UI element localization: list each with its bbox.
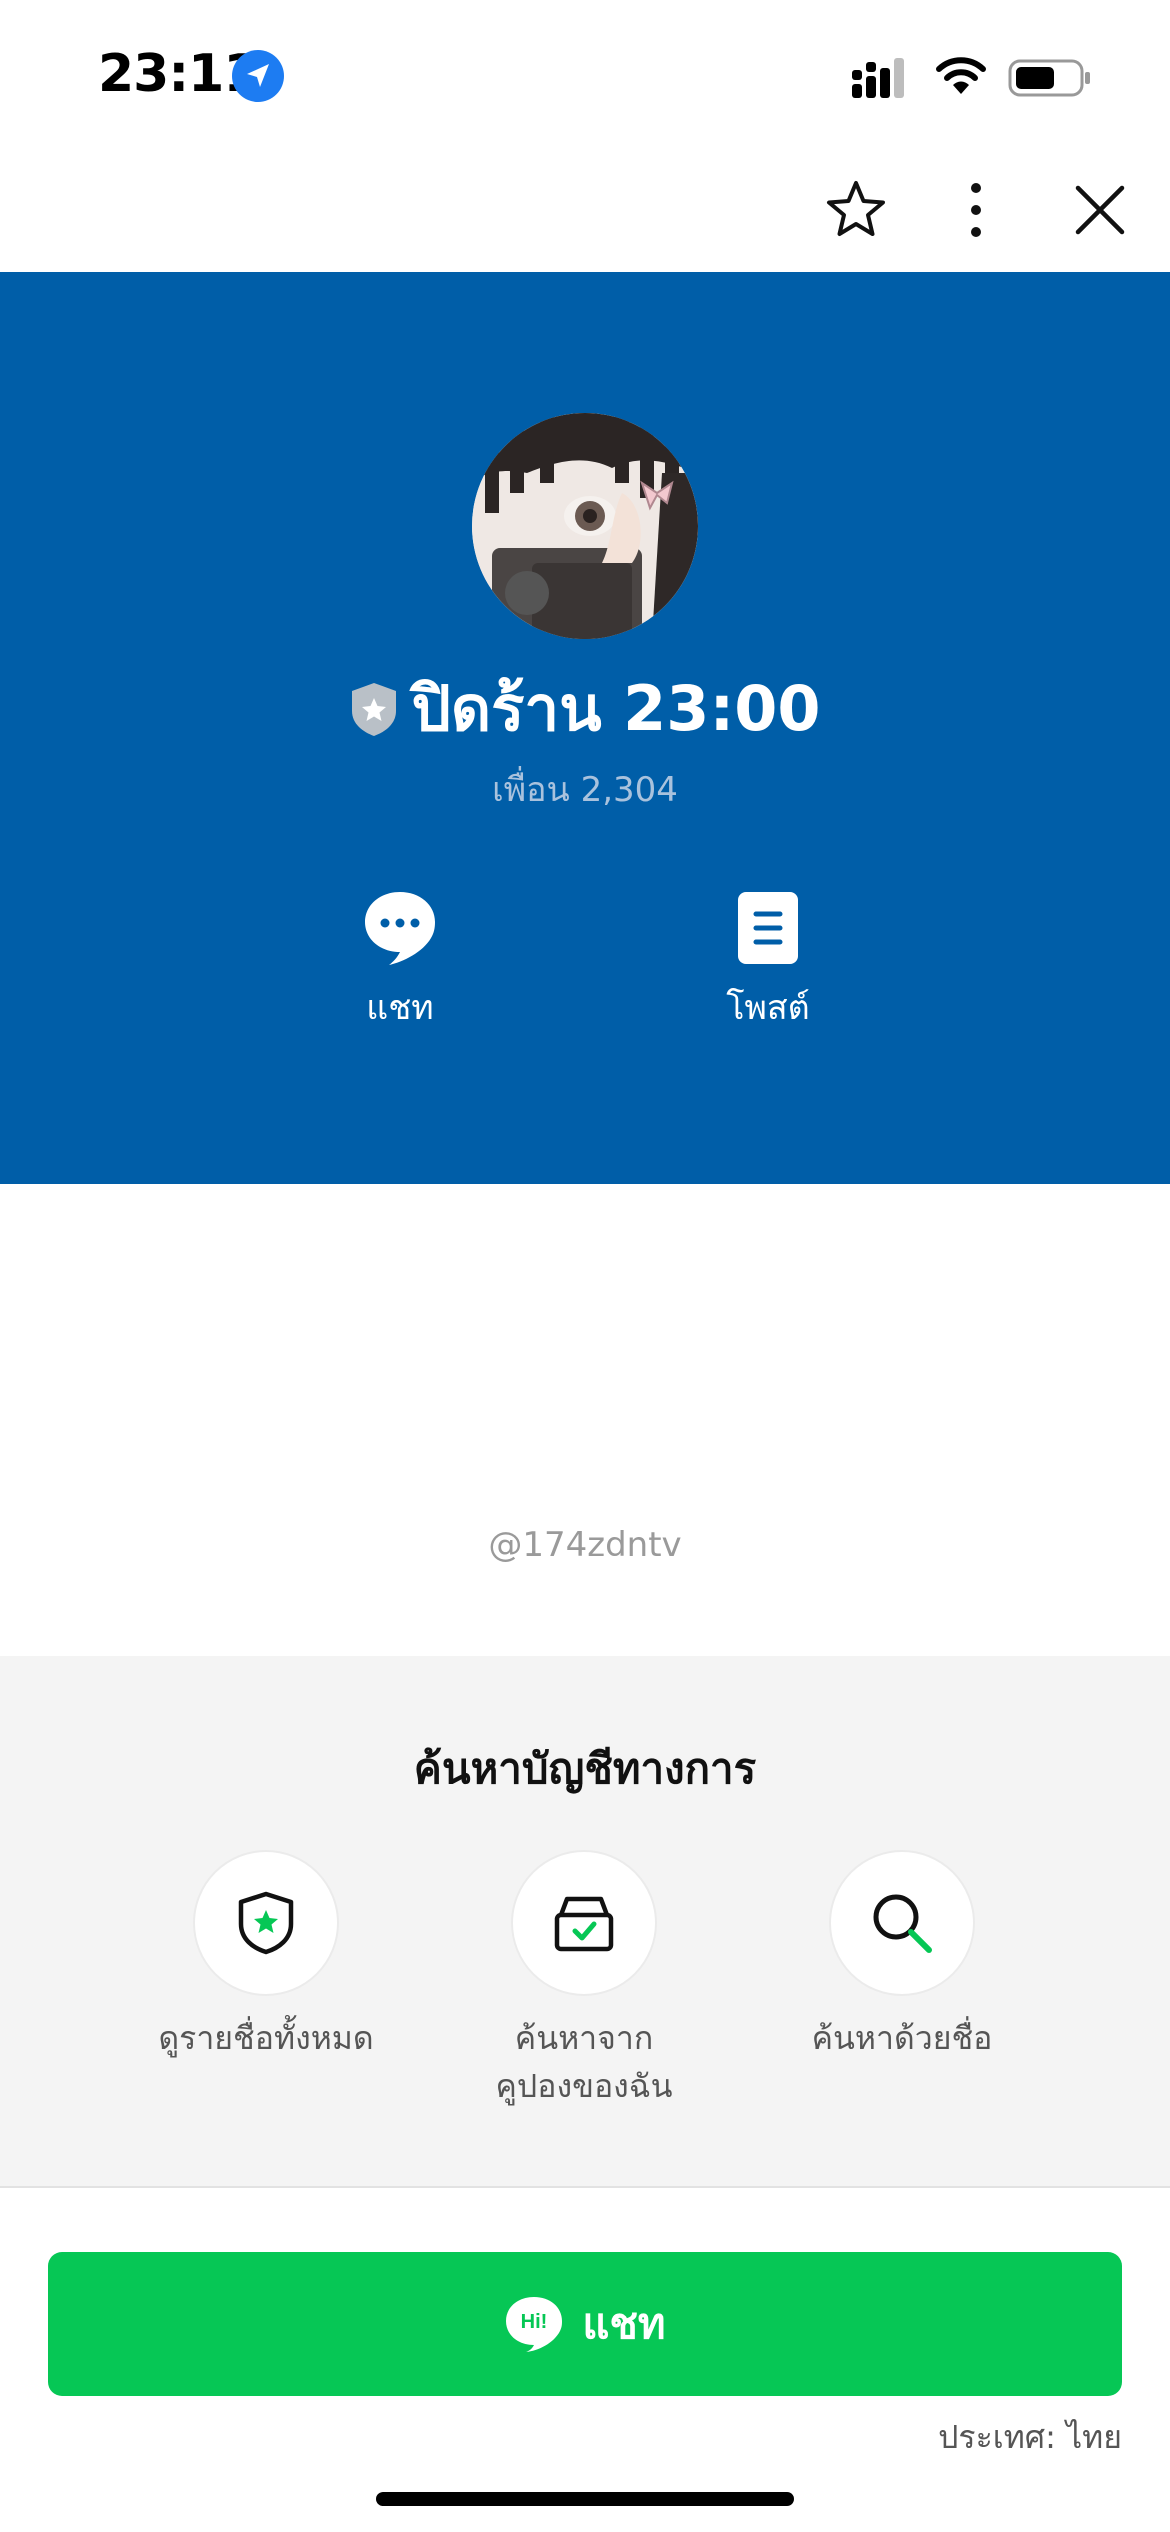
chat-button-label: แชท [582, 2299, 666, 2348]
section-title: ค้นหาบัญชีทางการ [413, 1744, 757, 1793]
post-action[interactable]: โพสต์ [668, 890, 868, 1034]
account-title-row: ปิดร้าน 23:00 [0, 664, 1170, 754]
view-all-list-option[interactable]: ดูรายชื่อทั้งหมด [106, 1850, 426, 2062]
chat-action[interactable]: แชท [300, 890, 500, 1034]
country-label: ประเทศ: ไทย [938, 2418, 1122, 2456]
battery-icon [1008, 59, 1090, 97]
account-id: @174zdntv [488, 1525, 682, 1565]
chat-action-label: แชท [366, 988, 434, 1028]
wifi-icon [936, 57, 986, 94]
search-icon [873, 1894, 932, 1953]
hi-bubble-icon: Hi! [506, 2297, 563, 2352]
divider [0, 2186, 1170, 2188]
avatar[interactable] [472, 413, 698, 639]
shield-star-icon [238, 1891, 294, 1955]
coupon-label-line2: คูปองของฉัน [495, 2067, 673, 2105]
svg-text:Hi!: Hi! [521, 2311, 548, 2333]
shield-star-icon [352, 683, 397, 736]
post-action-label: โพสต์ [726, 988, 810, 1028]
chat-button[interactable]: Hi! แชท [48, 2252, 1122, 2396]
more-vertical-icon[interactable] [960, 178, 992, 242]
view-all-label: ดูรายชื่อทั้งหมด [158, 2019, 374, 2057]
location-arrow-icon [232, 50, 284, 102]
home-indicator[interactable] [376, 2492, 794, 2506]
chat-bubble-icon [365, 892, 435, 965]
star-icon[interactable] [824, 178, 888, 242]
close-icon[interactable] [1070, 180, 1130, 240]
coupon-box-icon [554, 1896, 614, 1952]
search-by-name-option[interactable]: ค้นหาด้วยชื่อ [742, 1850, 1062, 2062]
cellular-signal-icon [852, 58, 904, 98]
search-by-name-label: ค้นหาด้วยชื่อ [811, 2019, 993, 2057]
friends-count: เพื่อน 2,304 [492, 770, 678, 810]
search-from-coupon-option[interactable]: ค้นหาจาก คูปองของฉัน [424, 1850, 744, 2110]
account-name: ปิดร้าน 23:00 [411, 672, 821, 745]
post-document-icon [738, 892, 798, 964]
coupon-label-line1: ค้นหาจาก [514, 2019, 654, 2057]
